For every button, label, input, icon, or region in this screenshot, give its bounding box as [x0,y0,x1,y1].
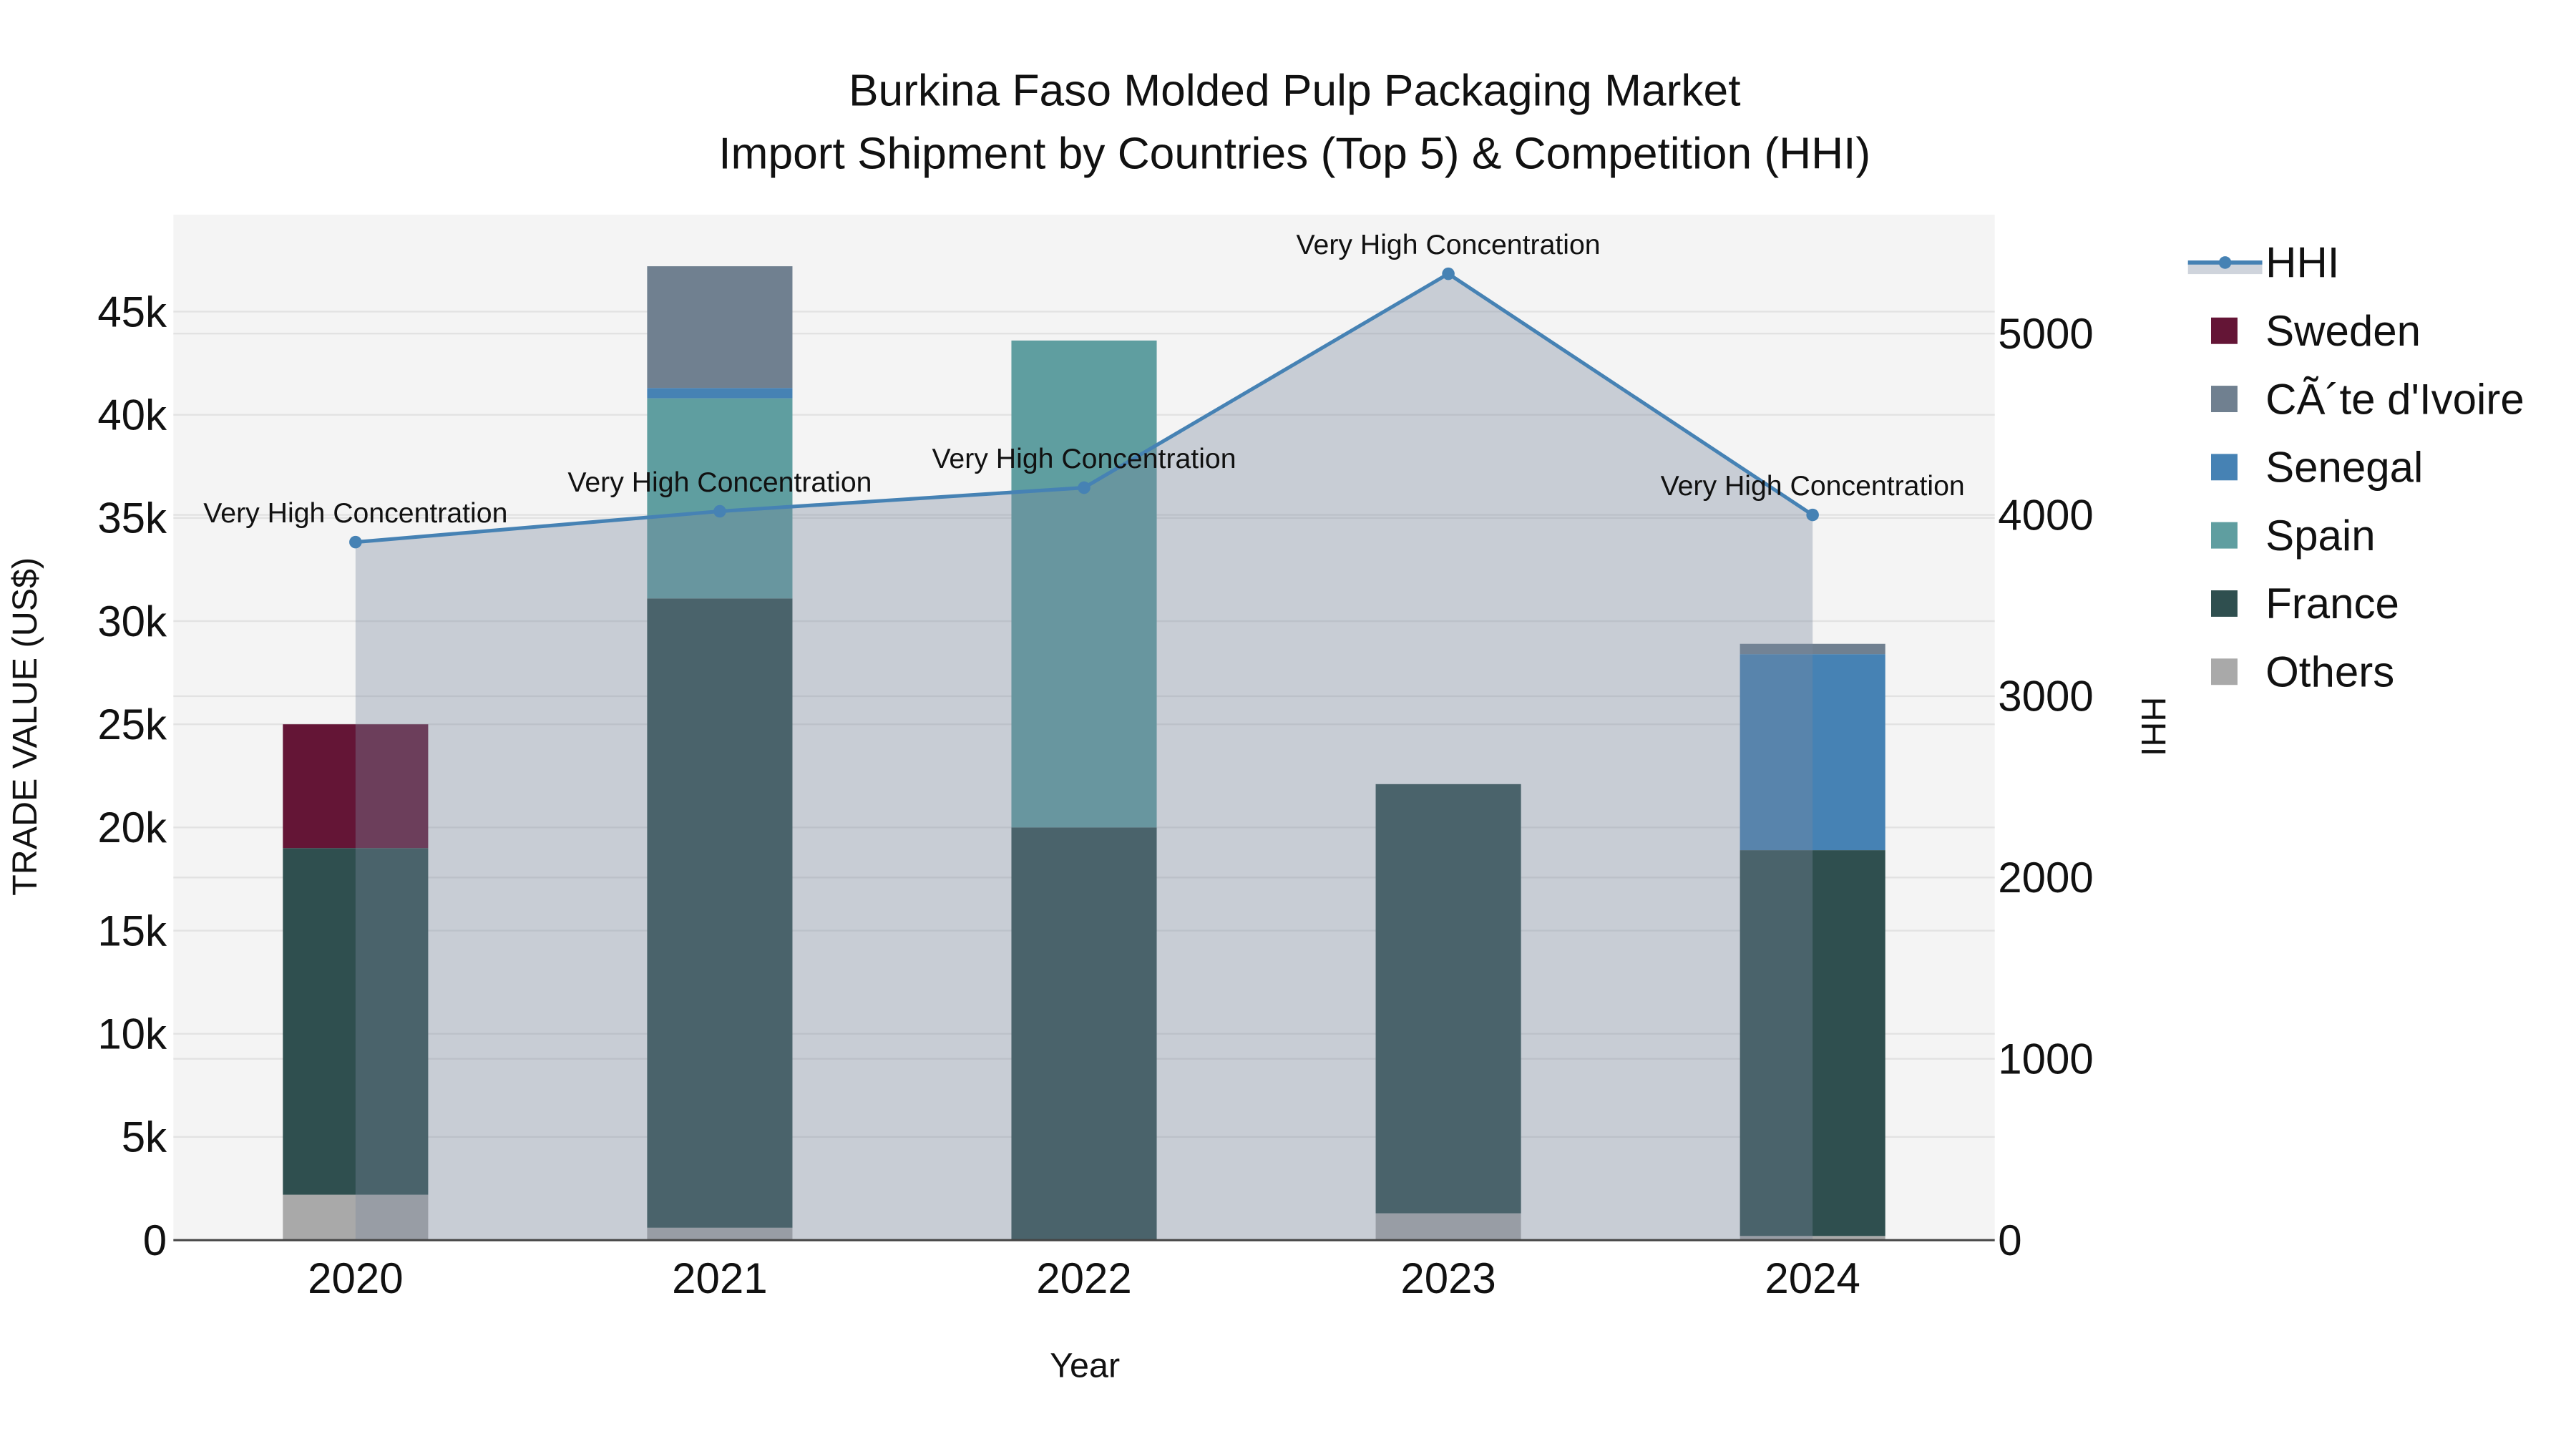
x-axis-title: Year [1050,1347,1120,1385]
legend-item-france: France [2211,580,2399,628]
y-tick-label: 25k [97,701,167,748]
y2-tick-label: 3000 [1998,673,2093,721]
x-tick-label: 2022 [1036,1254,1131,1302]
y-tick-label: 15k [97,907,167,955]
bar-senegal-2021 [647,388,793,399]
legend-item-sweden: Sweden [2211,307,2421,355]
legend: HHI Sweden CÃ´te d'Ivoire Senegal Spain Franc… [2187,239,2524,696]
y2-tick-label: 5000 [1998,310,2093,358]
legend-label: France [2265,580,2399,628]
hhi-point-2023 [1442,267,1455,280]
y2-tick-label: 4000 [1998,491,2093,539]
x-tick-label: 2023 [1400,1254,1496,1302]
chart: Very High Concentration Very High Concent… [6,67,2524,1385]
hhi-annotation: Very High Concentration [932,443,1236,474]
x-tick-label: 2024 [1765,1254,1860,1302]
hhi-annotation: Very High Concentration [1661,470,1965,502]
x-axis-ticks: 2020 2021 2022 2023 2024 [308,1254,1860,1302]
y-tick-label: 5k [122,1113,167,1161]
y-tick-label: 35k [97,494,167,542]
y2-axis-ticks: 0 1000 2000 3000 4000 5000 [1998,310,2093,1264]
y-tick-label: 20k [97,804,167,852]
y2-tick-label: 1000 [1998,1035,2093,1083]
hhi-annotation: Very High Concentration [203,497,507,529]
legend-item-senegal: Senegal [2211,444,2423,492]
legend-item-c-te-d-ivoire: CÃ´te d'Ivoire [2211,375,2524,423]
y-tick-label: 45k [97,288,167,336]
hhi-point-2024 [1806,508,1819,522]
chart-title: Burkina Faso Molded Pulp Packaging Marke… [849,67,1741,116]
chart-subtitle: Import Shipment by Countries (Top 5) & C… [718,129,1870,178]
x-tick-label: 2021 [672,1254,767,1302]
y2-tick-label: 0 [1998,1216,2021,1264]
legend-label: Senegal [2265,444,2423,492]
legend-swatch [2211,590,2238,617]
legend-hhi-marker [2218,256,2232,269]
hhi-point-2021 [713,504,726,518]
legend-label: Others [2265,648,2394,696]
legend-swatch [2211,386,2238,412]
legend-item-spain: Spain [2211,512,2376,560]
legend-label: Spain [2265,512,2375,560]
y2-axis-title: HHI [2134,697,2172,756]
y-tick-label: 40k [97,391,167,439]
legend-swatch [2211,658,2238,686]
y-tick-label: 0 [143,1216,167,1264]
legend-swatch [2211,317,2238,344]
legend-swatch [2211,522,2238,549]
hhi-annotation: Very High Concentration [567,467,872,498]
x-tick-label: 2020 [308,1254,403,1302]
y-tick-label: 30k [97,597,167,645]
y-axis-ticks: 0 5k 10k 15k 20k 25k 30k 35k 40k 45k [97,288,167,1264]
hhi-point-2022 [1078,481,1091,494]
legend-item-hhi: HHI [2187,239,2339,287]
hhi-annotation: Very High Concentration [1297,229,1601,260]
legend-label: HHI [2265,239,2339,287]
y2-tick-label: 2000 [1998,854,2093,902]
legend-label: Sweden [2265,307,2421,355]
bar-c-te-d-ivoire-2021 [647,266,793,389]
hhi-point-2020 [349,535,362,549]
legend-swatch [2211,454,2238,481]
y-tick-label: 10k [97,1010,167,1058]
legend-label: CÃ´te d'Ivoire [2265,375,2524,423]
legend-item-others: Others [2211,648,2394,696]
y-axis-title: TRADE VALUE (US$) [6,557,44,896]
